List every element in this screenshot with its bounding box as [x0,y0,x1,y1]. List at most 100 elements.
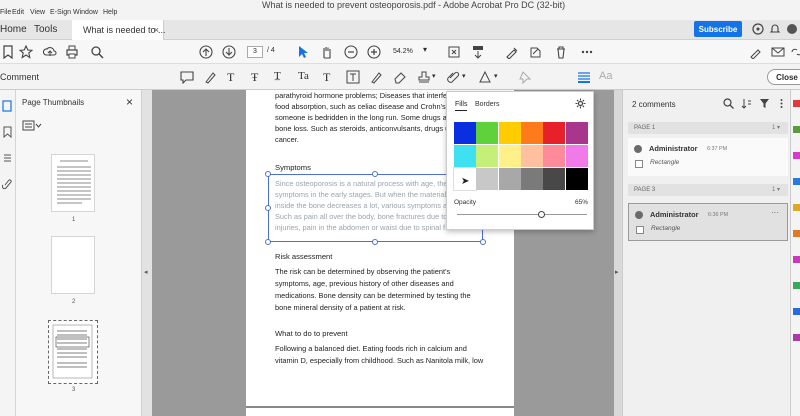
color-swatch[interactable] [520,168,543,190]
chevron-down-icon[interactable]: 1 ▾ [772,122,780,134]
text-box-icon[interactable] [346,70,360,84]
comment-item-selected[interactable]: Administrator 6:36 PM ··· Rectangle [628,203,788,241]
comment-group-page-3[interactable]: PAGE 3 1 ▾ [628,184,788,196]
fill-sign-tool-icon[interactable] [793,256,800,263]
page-number-input[interactable]: 3 [247,46,263,58]
zoom-out-icon[interactable] [344,45,358,59]
color-swatch[interactable] [454,122,476,144]
more-tools-rail-icon[interactable] [793,334,800,341]
color-swatch[interactable] [543,168,566,190]
print-icon[interactable] [65,45,79,59]
next-page-icon[interactable] [222,45,236,59]
menu-window[interactable]: Window [73,9,98,16]
email-icon[interactable] [771,45,785,59]
resize-handle-left[interactable] [265,205,271,211]
page-thumbnail-2[interactable] [51,236,95,294]
trash-icon[interactable] [554,45,568,59]
page-thumbnail-3-selected[interactable] [48,320,98,384]
color-swatch[interactable] [498,122,521,144]
menu-edit[interactable]: Edit [12,9,24,16]
sticky-note-icon[interactable] [180,70,194,84]
add-text-icon[interactable]: T [323,70,337,84]
color-swatch[interactable] [498,145,521,167]
resize-handle-top-left[interactable] [265,171,271,177]
account-icon[interactable] [786,23,798,35]
color-swatch[interactable] [565,168,588,190]
page-thumbnails-icon[interactable] [2,100,13,112]
opacity-slider-thumb[interactable] [538,211,545,218]
comment-group-page-1[interactable]: PAGE 1 1 ▾ [628,122,788,134]
nav-home[interactable]: Home [0,24,27,35]
search-icon[interactable] [90,45,104,59]
color-swatch[interactable] [520,145,543,167]
stamp-chevron-down-icon[interactable]: ▾ [432,72,436,80]
nav-tools[interactable]: Tools [34,24,57,35]
share-link-icon[interactable] [790,45,800,59]
next-pdf-page[interactable] [246,406,514,416]
close-comment-button[interactable]: Close [767,69,800,85]
color-swatch[interactable] [543,122,566,144]
subscribe-button[interactable]: Subscribe [694,21,742,37]
color-swatch[interactable] [476,122,499,144]
fill-sign-icon[interactable] [528,45,542,59]
thumbnail-options-icon[interactable] [22,120,42,132]
text-properties-button[interactable]: Aa [599,70,612,82]
color-swatch[interactable] [454,145,476,167]
color-swatch[interactable] [520,122,543,144]
comment-item[interactable]: Administrator 6:37 PM Rectangle [628,138,788,176]
comment-checkbox[interactable] [635,160,643,168]
color-swatch[interactable] [476,168,499,190]
resize-handle-bottom-left[interactable] [265,239,271,245]
notifications-icon[interactable] [769,23,781,35]
layers-icon[interactable] [2,152,13,164]
sign-pen-icon[interactable] [505,45,519,59]
combine-files-icon[interactable] [793,178,800,185]
opacity-slider-track[interactable] [457,214,587,215]
send-for-comments-icon[interactable] [793,308,800,315]
collapse-right-panel-handle[interactable]: ▸ [614,90,622,416]
select-cursor-icon[interactable] [296,45,310,59]
menu-help[interactable]: Help [103,9,117,16]
collapse-left-arrow-icon[interactable]: ◂ [144,268,148,276]
pin-icon[interactable] [518,70,532,84]
previous-page-icon[interactable] [199,45,213,59]
gear-icon[interactable] [575,98,586,109]
collapse-right-arrow-icon[interactable]: ▸ [615,268,619,276]
eraser-icon[interactable] [393,70,407,84]
scroll-mode-icon[interactable] [471,45,485,59]
insert-text-icon[interactable]: Ta [298,70,312,84]
tab-borders[interactable]: Borders [475,101,500,108]
stamp-icon[interactable] [417,70,431,84]
shapes-chevron-down-icon[interactable]: ▾ [494,72,498,80]
menu-esign[interactable]: E-Sign [50,9,71,16]
attachments-icon[interactable] [2,178,13,190]
more-tools-icon[interactable] [580,45,594,59]
attach-chevron-down-icon[interactable]: ▾ [462,72,466,80]
sort-comments-icon[interactable] [741,98,752,109]
fit-page-icon[interactable] [447,45,461,59]
resize-handle-bottom-right[interactable] [480,239,486,245]
star-icon[interactable] [19,45,33,59]
attach-file-icon[interactable] [446,70,460,84]
collapse-left-panel-handle[interactable]: ◂ [142,90,152,416]
document-tab[interactable]: What is needed to ... × [72,20,166,40]
thumbnails-close-icon[interactable]: × [126,95,133,109]
comment-tool-icon[interactable] [793,204,800,211]
filter-icon[interactable] [759,98,770,109]
hand-tool-icon[interactable] [320,45,334,59]
color-swatch[interactable] [565,145,588,167]
chevron-down-icon[interactable]: 1 ▾ [772,184,780,196]
color-swatch[interactable] [476,145,499,167]
menu-view[interactable]: View [30,9,45,16]
color-swatch[interactable] [565,122,588,144]
shapes-icon[interactable] [478,70,492,84]
bookmarks-icon[interactable] [2,126,13,138]
upload-cloud-icon[interactable] [43,45,57,59]
strikethrough-text-icon[interactable]: Ŧ [251,70,265,84]
document-tab-close-icon[interactable]: × [154,25,159,35]
organize-pages-icon[interactable] [793,152,800,159]
comment-checkbox[interactable] [636,226,644,234]
color-swatch[interactable] [498,168,521,190]
bookmark-icon[interactable] [1,45,15,59]
comment-more-icon[interactable]: ··· [771,208,779,217]
